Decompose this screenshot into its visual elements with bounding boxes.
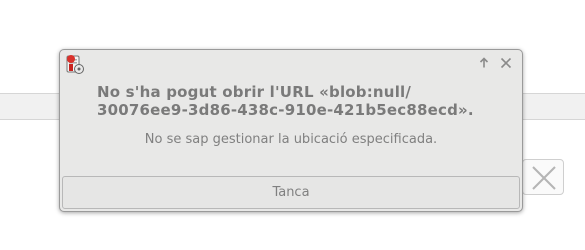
error-dialog: No s'ha pogut obrir l'URL «blob:null/ 30… [59, 49, 523, 212]
dialog-titlebar[interactable] [60, 50, 522, 78]
arrow-up-icon[interactable] [476, 55, 492, 71]
screen: No s'ha pogut obrir l'URL «blob:null/ 30… [0, 0, 585, 250]
dialog-message: No se sap gestionar la ubicació especifi… [144, 132, 438, 147]
close-icon [532, 166, 556, 190]
close-button[interactable]: Tanca [62, 176, 520, 209]
close-icon[interactable] [498, 55, 514, 71]
dialog-heading: No s'ha pogut obrir l'URL «blob:null/ 30… [97, 83, 517, 119]
background-close-button[interactable] [522, 159, 564, 195]
firefox-download-icon [66, 55, 84, 74]
heading-line-1: No s'ha pogut obrir l'URL «blob:null/ [97, 83, 412, 101]
heading-line-2: 30076ee9-3d86-438c-910e-421b5ec88ecd». [97, 101, 474, 119]
